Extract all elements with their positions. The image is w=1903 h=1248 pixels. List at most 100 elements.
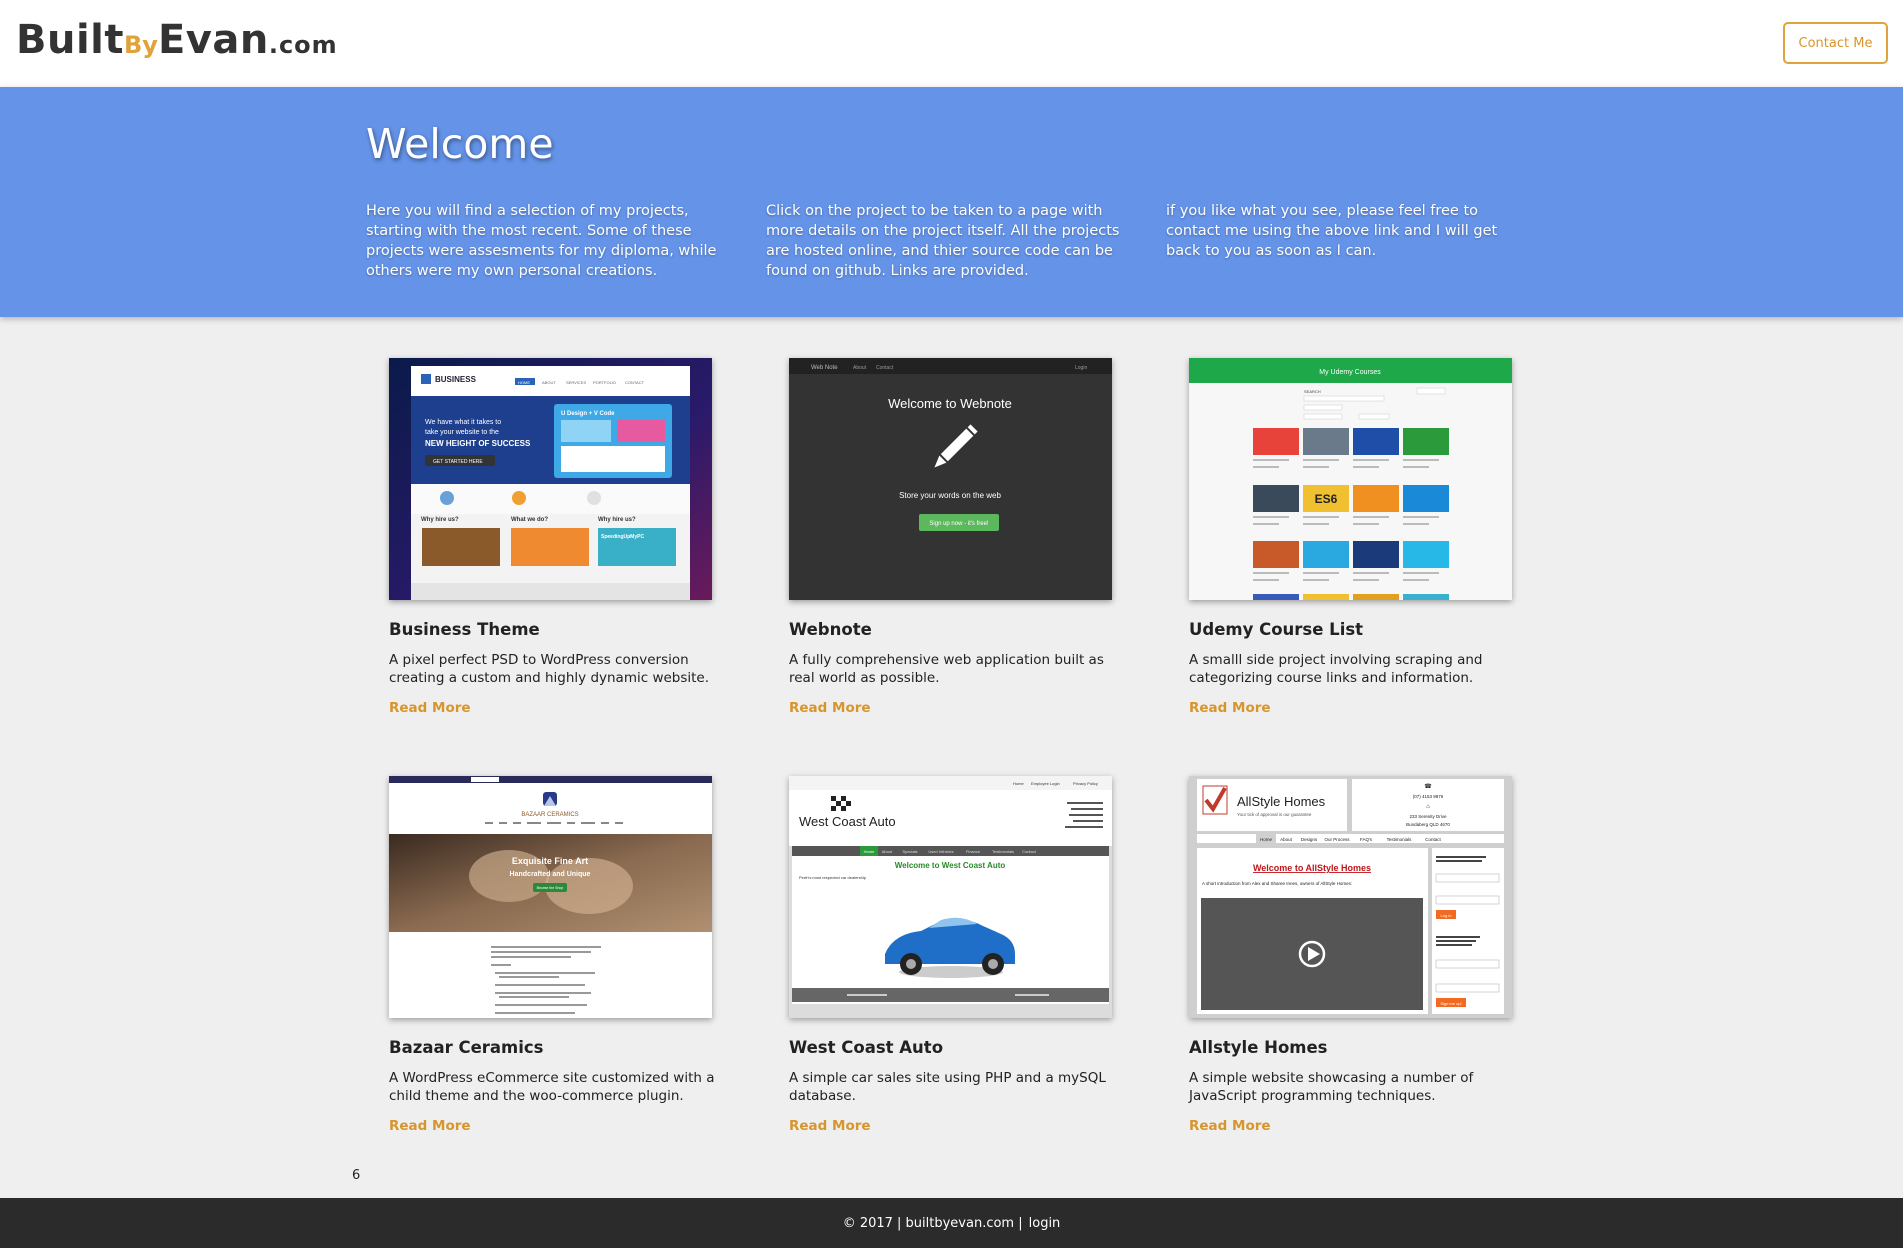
svg-text:233 Serenity Drive: 233 Serenity Drive [1409,814,1447,819]
svg-text:Designs: Designs [1301,837,1318,842]
read-more-link[interactable]: Read More [789,1118,1119,1134]
svg-text:Welcome to West Coast Auto: Welcome to West Coast Auto [895,861,1006,870]
svg-text:We have what it takes to: We have what it takes to [425,419,501,426]
svg-text:Finance: Finance [966,849,981,854]
svg-text:Your tick of approval is our g: Your tick of approval is our guarantee [1237,812,1312,817]
read-more-link[interactable]: Read More [789,700,1119,716]
project-card-west-coast-auto: Home Employee Login Privacy Policy West … [789,776,1119,1134]
svg-text:About: About [853,365,867,371]
svg-text:Welcome to AllStyle Homes: Welcome to AllStyle Homes [1253,863,1371,873]
svg-text:Browse the Shop: Browse the Shop [537,886,564,890]
project-title[interactable]: Allstyle Homes [1189,1038,1519,1057]
svg-text:Why hire us?: Why hire us? [421,517,459,523]
site-header: BuiltByEvan.com Contact Me [0,0,1903,87]
project-thumbnail[interactable]: BUSINESS HOME ABOUT SERVICES PORTFOLIO C… [389,358,712,600]
svg-text:Why hire us?: Why hire us? [598,517,636,523]
svg-text:GET STARTED HERE: GET STARTED HERE [433,459,483,465]
svg-text:Used Vehicles: Used Vehicles [928,849,953,854]
svg-text:Store your words on the web: Store your words on the web [899,491,1001,500]
project-card-webnote: Web Note About Contact Login Welcome to … [789,358,1119,716]
svg-text:Web Note: Web Note [811,365,838,371]
site-footer: © 2017 | builtbyevan.com | login [0,1198,1903,1248]
project-thumbnail[interactable]: Web Note About Contact Login Welcome to … [789,358,1112,600]
read-more-link[interactable]: Read More [1189,1118,1519,1134]
project-thumbnail[interactable]: My Udemy Courses SEARCH ES6 [1189,358,1512,600]
page-number: 6 [352,1168,361,1183]
home-icon: ⌂ [1426,804,1430,810]
svg-text:FAQ's: FAQ's [1360,837,1373,842]
svg-text:Bundaberg QLD 4670: Bundaberg QLD 4670 [1406,822,1450,827]
svg-text:West Coast Auto: West Coast Auto [799,814,896,829]
project-description: A fully comprehensive web application bu… [789,652,1104,686]
svg-text:HOME: HOME [518,380,530,385]
svg-text:PORTFOLIO: PORTFOLIO [593,380,616,385]
project-description: A simple website showcasing a number of … [1189,1070,1474,1104]
svg-text:Specials: Specials [902,849,917,854]
svg-text:Home: Home [1260,837,1273,842]
svg-text:Privacy Policy: Privacy Policy [1073,781,1098,786]
svg-text:U Design + V Code: U Design + V Code [561,411,615,417]
read-more-link[interactable]: Read More [1189,700,1519,716]
svg-text:ABOUT: ABOUT [542,380,556,385]
welcome-banner: Welcome Here you will find a selection o… [0,87,1903,317]
svg-text:What we do?: What we do? [511,517,548,523]
project-thumbnail[interactable]: Home Employee Login Privacy Policy West … [789,776,1112,1018]
project-title[interactable]: Udemy Course List [1189,620,1519,639]
svg-text:My Udemy Courses: My Udemy Courses [1319,369,1381,376]
logo-text-com: .com [268,31,338,59]
contact-me-button[interactable]: Contact Me [1783,22,1888,64]
project-description: A WordPress eCommerce site customized wi… [389,1070,715,1104]
footer-login-link[interactable]: login [1029,1216,1061,1231]
svg-text:Our Process: Our Process [1324,837,1350,842]
logo-text-by: By [124,31,158,59]
project-card-business-theme: BUSINESS HOME ABOUT SERVICES PORTFOLIO C… [389,358,719,716]
svg-text:AllStyle Homes: AllStyle Homes [1237,794,1326,809]
project-thumbnail[interactable]: BAZAAR CERAMICS Exquisite Fine Art Handc… [389,776,712,1018]
svg-text:About: About [1280,837,1293,842]
svg-text:Perth's most respected car dea: Perth's most respected car dealership [799,875,867,880]
svg-text:CONTACT: CONTACT [625,380,645,385]
project-title[interactable]: Bazaar Ceramics [389,1038,719,1057]
project-card-allstyle-homes: AllStyle Homes Your tick of approval is … [1189,776,1519,1134]
checkmark-icon [1202,785,1228,815]
svg-text:Handcrafted and Unique: Handcrafted and Unique [510,871,591,878]
phone-icon: ☎ [1424,783,1432,790]
svg-text:Log in: Log in [1441,913,1452,918]
svg-text:take your website to the: take your website to the [425,429,499,436]
svg-text:ES6: ES6 [1315,492,1338,506]
logo-text-built: Built [16,17,125,63]
svg-text:Employee Login: Employee Login [1031,781,1060,786]
logo-text-evan: Evan [157,17,269,63]
svg-text:Exquisite Fine Art: Exquisite Fine Art [512,856,588,866]
svg-text:Testimonials: Testimonials [1387,837,1413,842]
svg-text:Contact: Contact [1425,837,1441,842]
svg-text:Contact: Contact [1022,849,1037,854]
project-title[interactable]: West Coast Auto [789,1038,1119,1057]
intro-column-3: if you like what you see, please feel fr… [1166,203,1498,259]
project-description: A smalll side project involving scraping… [1189,652,1483,686]
project-title[interactable]: Webnote [789,620,1119,639]
svg-text:SERVICES: SERVICES [566,380,586,385]
project-card-bazaar-ceramics: BAZAAR CERAMICS Exquisite Fine Art Handc… [389,776,719,1134]
footer-copyright: © 2017 | builtbyevan.com | [842,1215,1023,1231]
svg-text:(07) 4153 9876: (07) 4153 9876 [1413,794,1444,799]
project-description: A pixel perfect PSD to WordPress convers… [389,652,710,686]
svg-text:BAZAAR CERAMICS: BAZAAR CERAMICS [521,812,578,818]
project-title[interactable]: Business Theme [389,620,719,639]
banner-title: Welcome [366,120,554,168]
read-more-link[interactable]: Read More [389,1118,719,1134]
intro-column-2: Click on the project to be taken to a pa… [766,203,1120,279]
intro-column-1: Here you will find a selection of my pro… [366,203,717,279]
read-more-link[interactable]: Read More [389,700,719,716]
project-thumbnail[interactable]: AllStyle Homes Your tick of approval is … [1189,776,1512,1018]
svg-text:SEARCH: SEARCH [1304,389,1321,394]
svg-text:SpeedingUpMyPC: SpeedingUpMyPC [601,534,644,540]
svg-text:Testimonials: Testimonials [992,849,1014,854]
svg-text:About: About [882,849,893,854]
svg-text:Contact: Contact [876,365,894,371]
svg-text:Home: Home [864,849,875,854]
svg-text:NEW HEIGHT OF SUCCESS: NEW HEIGHT OF SUCCESS [425,439,531,448]
svg-text:Sign up now - it's free!: Sign up now - it's free! [929,521,989,527]
bazaar-logo-icon [543,792,557,806]
site-logo[interactable]: BuiltByEvan.com [16,17,338,63]
